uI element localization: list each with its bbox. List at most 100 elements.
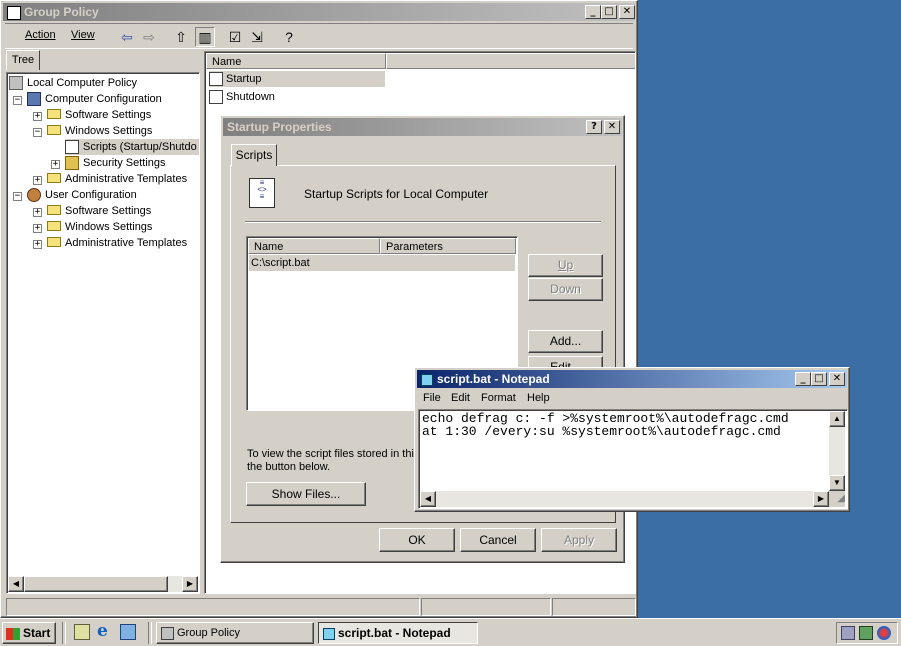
down-button[interactable]: Down — [528, 278, 603, 301]
collapse-icon[interactable]: − — [33, 128, 42, 137]
properties-icon[interactable]: ☑ — [225, 27, 245, 47]
column-header-name[interactable]: Name — [206, 53, 386, 69]
collapse-icon[interactable]: − — [13, 96, 22, 105]
start-button[interactable]: Start — [2, 622, 56, 644]
notepad-icon — [323, 627, 335, 640]
notepad-hscrollbar[interactable]: ◀ ▶ — [420, 491, 829, 507]
expand-icon[interactable]: + — [33, 208, 42, 217]
tree-local-computer-policy[interactable]: Local Computer Policy — [9, 75, 137, 91]
text-line-2: at 1:30 /every:su %systemroot%\autodefra… — [422, 424, 781, 439]
folder-icon — [47, 205, 61, 216]
notepad-close-button[interactable]: ✕ — [829, 372, 845, 386]
computer-icon — [27, 92, 41, 107]
task-notepad[interactable]: script.bat - Notepad — [318, 622, 478, 644]
list-item-startup[interactable]: Startup — [209, 71, 385, 87]
script-icon — [65, 140, 79, 155]
up-folder-icon[interactable]: ⇧ — [171, 27, 191, 47]
tree-pane[interactable]: Local Computer Policy − Computer Configu… — [6, 72, 200, 594]
network-activity-icon[interactable] — [859, 626, 873, 640]
cancel-button[interactable]: Cancel — [460, 528, 536, 552]
column-header-empty[interactable] — [386, 53, 635, 69]
tree-administrative-templates[interactable]: Administrative Templates — [47, 171, 187, 187]
internet-explorer-icon[interactable]: e — [97, 622, 115, 640]
tree-windows-settings[interactable]: Windows Settings — [47, 123, 152, 139]
tree-tab[interactable]: Tree — [6, 50, 40, 70]
scroll-left-icon[interactable]: ◀ — [8, 576, 24, 592]
scripts-large-icon: ≡ <> ≡ — [249, 178, 275, 208]
show-tree-icon[interactable]: ▥ — [195, 27, 215, 47]
up-button[interactable]: Up — [528, 254, 603, 277]
help-icon[interactable]: ? — [279, 27, 299, 47]
back-arrow-icon[interactable]: ⇦ — [117, 27, 137, 47]
forward-arrow-icon[interactable]: ⇨ — [139, 27, 159, 47]
resize-grip-icon[interactable]: ◢ — [829, 491, 845, 507]
script-icon — [209, 72, 223, 87]
expand-icon[interactable]: + — [33, 112, 42, 121]
status-bar-section-3 — [552, 598, 636, 616]
script-icon — [209, 90, 223, 105]
collapse-icon[interactable]: − — [13, 192, 22, 201]
expand-icon[interactable]: + — [33, 176, 42, 185]
expand-icon[interactable]: + — [33, 224, 42, 233]
tree-security-settings[interactable]: Security Settings — [65, 155, 166, 171]
add-button[interactable]: Add... — [528, 330, 603, 353]
scroll-left-icon[interactable]: ◀ — [420, 491, 436, 507]
export-list-icon[interactable]: ⇲ — [247, 27, 267, 47]
network-icon[interactable] — [841, 626, 855, 640]
outlook-express-icon[interactable] — [120, 624, 136, 640]
notepad-minimize-button[interactable]: _ — [795, 372, 811, 386]
menu-action[interactable]: Action — [25, 29, 56, 41]
group-policy-titlebar[interactable]: Group Policy — [3, 3, 635, 21]
menu-format[interactable]: Format — [481, 392, 516, 404]
folder-icon — [47, 173, 61, 184]
maximize-button[interactable]: □ — [601, 5, 617, 19]
menu-help[interactable]: Help — [527, 392, 550, 404]
security-icon — [65, 156, 79, 171]
scroll-down-icon[interactable]: ▼ — [829, 475, 845, 491]
show-desktop-icon[interactable] — [74, 624, 90, 640]
column-header-name[interactable]: Name — [248, 238, 380, 254]
notepad-vscrollbar[interactable]: ▲ ▼ — [829, 411, 845, 491]
apply-button[interactable]: Apply — [541, 528, 617, 552]
scroll-thumb[interactable] — [24, 576, 168, 592]
scroll-up-icon[interactable]: ▲ — [829, 411, 845, 427]
script-row[interactable]: C:\script.bat — [249, 255, 515, 271]
expand-icon[interactable]: + — [33, 240, 42, 249]
group-policy-icon — [161, 626, 174, 640]
menu-view[interactable]: View — [71, 29, 95, 41]
tree-scripts[interactable]: Scripts (Startup/Shutdo — [65, 139, 199, 155]
task-group-policy[interactable]: Group Policy — [156, 622, 314, 644]
notepad-text-area[interactable]: echo defrag c: -f >%systemroot%\autodefr… — [418, 409, 848, 509]
windows-logo-icon — [6, 627, 20, 640]
scripts-tab[interactable]: Scripts — [231, 144, 277, 166]
tray-app-icon[interactable] — [877, 626, 891, 640]
tree-software-settings[interactable]: Software Settings — [47, 107, 151, 123]
scroll-right-icon[interactable]: ▶ — [813, 491, 829, 507]
menu-file[interactable]: File — [423, 392, 441, 404]
tree-computer-configuration[interactable]: Computer Configuration — [27, 91, 162, 107]
list-item-shutdown[interactable]: Shutdown — [209, 89, 275, 105]
tree-hscrollbar[interactable]: ◀ ▶ — [8, 576, 198, 592]
scroll-right-icon[interactable]: ▶ — [182, 576, 198, 592]
notepad-maximize-button[interactable]: □ — [811, 372, 827, 386]
dialog-help-button[interactable]: ? — [586, 120, 602, 134]
notepad-titlebar[interactable]: script.bat - Notepad — [417, 370, 847, 388]
expand-icon[interactable]: + — [51, 160, 60, 169]
show-files-button[interactable]: Show Files... — [246, 482, 366, 506]
tree-user-configuration[interactable]: User Configuration — [27, 187, 137, 203]
dialog-close-button[interactable]: ✕ — [604, 120, 620, 134]
column-header-parameters[interactable]: Parameters — [380, 238, 516, 254]
dialog-title: Startup Properties — [227, 120, 332, 134]
notepad-window: script.bat - Notepad _ □ ✕ File Edit For… — [414, 367, 850, 512]
tree-user-administrative-templates[interactable]: Administrative Templates — [47, 235, 187, 251]
system-tray — [836, 622, 898, 644]
dialog-titlebar[interactable]: Startup Properties — [223, 118, 622, 136]
tree-user-windows-settings[interactable]: Windows Settings — [47, 219, 152, 235]
tree-user-software-settings[interactable]: Software Settings — [47, 203, 151, 219]
close-button[interactable]: ✕ — [619, 5, 635, 19]
menu-edit[interactable]: Edit — [451, 392, 470, 404]
menu-toolbar: Action View ⇦ ⇨ ⇧ ▥ ☑ ⇲ ? — [5, 23, 633, 49]
minimize-button[interactable]: _ — [585, 5, 601, 19]
ok-button[interactable]: OK — [379, 528, 455, 552]
quicklaunch-separator — [62, 622, 66, 644]
